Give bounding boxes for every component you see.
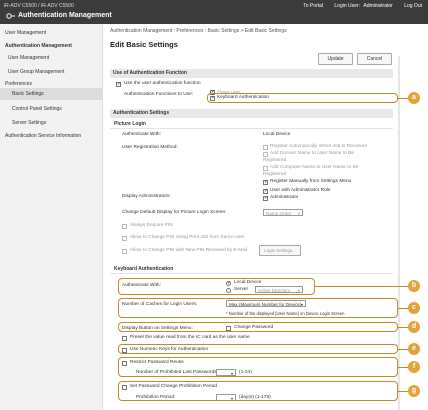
admin-role-label: User with Administrator Role <box>270 188 331 193</box>
auth-functions-label: Authentication Functions to Use: <box>124 92 194 97</box>
sidebar-item-control-panel-settings[interactable]: Control Panel Settings <box>12 106 62 112</box>
use-user-auth-label: Use the user authentication function <box>124 81 201 86</box>
reg-domain-checkbox[interactable] <box>263 152 268 157</box>
callout-d-highlight <box>118 322 398 332</box>
cancel-button[interactable]: Cancel <box>357 53 392 65</box>
login-user-label: Login User: <box>334 3 360 9</box>
top-bar: iR-ADV C5500 / iR-ADV C5500 Authenticati… <box>0 0 428 24</box>
to-portal-link[interactable]: To Portal <box>303 3 323 9</box>
allow-pin-email-checkbox[interactable] <box>122 249 127 254</box>
default-display-select[interactable]: Name Order <box>263 209 303 217</box>
sidebar-item-user-group-management[interactable]: User Group Management <box>8 69 64 75</box>
sidebar-item-authentication-service-information[interactable]: Authentication Service Information <box>5 133 81 139</box>
administrator-label: Administrator <box>270 195 299 200</box>
callout-a-highlight <box>207 93 398 103</box>
callout-e-connector <box>398 349 408 350</box>
reg-manual-checkbox[interactable] <box>263 180 268 185</box>
login-user-name: Administrator <box>363 3 393 9</box>
breadcrumb: Authentication Management : Preferences … <box>110 28 287 34</box>
sidebar: User Management Authentication Managemen… <box>0 24 103 410</box>
callout-f: f <box>408 361 420 373</box>
preset-value-label: Preset the value read from the IC card a… <box>130 335 250 340</box>
reg-domain-label: Add Domain Name to User Name to Be <box>270 151 354 156</box>
divider <box>110 128 393 129</box>
page-title: Edit Basic Settings <box>110 40 178 49</box>
reg-manual-label: Register Manually from Settings Menu <box>270 179 352 184</box>
callout-e-highlight <box>118 344 398 354</box>
callout-f-connector <box>398 367 408 368</box>
key-icon <box>6 13 15 19</box>
allow-pin-email-label: Allow to Change PIN with New PIN Receive… <box>130 248 248 253</box>
sidebar-item-basic-settings[interactable]: Basic Settings <box>0 88 102 100</box>
reg-computer-checkbox[interactable] <box>263 166 268 171</box>
admin-role-checkbox[interactable] <box>263 189 268 194</box>
section-auth-settings: Authentication Settings <box>110 109 393 118</box>
always-pin-label: Always Require PIN <box>130 223 173 228</box>
app-title: Authentication Management <box>18 12 112 19</box>
administrator-checkbox[interactable] <box>263 196 268 201</box>
callout-c-highlight <box>118 298 398 318</box>
use-user-auth-checkbox[interactable] <box>116 82 121 87</box>
allow-pin-print-label: Allow to Change PIN Using Print Job from… <box>130 235 245 240</box>
callout-c: c <box>408 302 420 314</box>
keyboard-auth-heading: Keyboard Authentication <box>114 266 174 272</box>
preset-value-checkbox[interactable] <box>122 336 127 341</box>
update-button[interactable]: Update <box>318 53 353 65</box>
sidebar-item-server-settings[interactable]: Server Settings <box>12 120 46 126</box>
callout-e: e <box>408 343 420 355</box>
callout-d-connector <box>398 327 408 328</box>
login-settings-button[interactable]: Login Settings... <box>259 245 301 256</box>
reg-auto-checkbox[interactable] <box>263 145 268 150</box>
reg-method-label: User Registration Method: <box>122 145 178 150</box>
divider <box>110 273 393 274</box>
device-name: iR-ADV C5500 / iR-ADV C5500 <box>4 3 74 9</box>
picture-auth-with-label: Authenticate With: <box>122 132 161 137</box>
callout-b-highlight <box>118 278 315 295</box>
main-content: Authentication Management : Preferences … <box>106 24 428 410</box>
top-links: To Portal Login User: Administrator Log … <box>293 3 422 9</box>
callout-b: b <box>408 280 420 292</box>
allow-pin-print-checkbox[interactable] <box>122 236 127 241</box>
sidebar-item-authentication-management[interactable]: Authentication Management <box>5 43 72 49</box>
picture-auth-with-value: Local Device <box>263 132 291 137</box>
sidebar-item-user-management[interactable]: User Management <box>8 55 49 61</box>
callout-a-connector <box>398 98 408 99</box>
callout-b-connector <box>315 286 408 287</box>
callout-c-connector <box>398 308 408 309</box>
display-admins-label: Display Administrators: <box>122 194 171 199</box>
reg-auto-label: Register Automatically When Job Is Recei… <box>270 144 367 149</box>
picture-login-heading: Picture Login <box>114 121 146 127</box>
sidebar-item-user-management-back[interactable]: User Management <box>5 30 46 36</box>
always-pin-checkbox[interactable] <box>122 224 127 229</box>
scrollbar[interactable] <box>398 56 400 410</box>
logout-link[interactable]: Log Out <box>404 3 422 9</box>
callout-a: a <box>408 92 420 104</box>
reg-computer-label-2: Registered <box>263 172 287 177</box>
callout-g-connector <box>398 391 408 392</box>
callout-d: d <box>408 321 420 333</box>
callout-g: g <box>408 385 420 397</box>
callout-f-highlight <box>118 357 398 377</box>
sidebar-item-preferences[interactable]: Preferences <box>5 81 32 87</box>
default-display-label: Change Default Display for Picture Login… <box>122 210 227 215</box>
reg-domain-label-2: Registered <box>263 158 287 163</box>
callout-g-highlight <box>118 381 398 401</box>
reg-computer-label: Add Computer Name to User Name to Be <box>270 165 359 170</box>
section-use-auth: Use of Authentication Function <box>110 69 393 78</box>
